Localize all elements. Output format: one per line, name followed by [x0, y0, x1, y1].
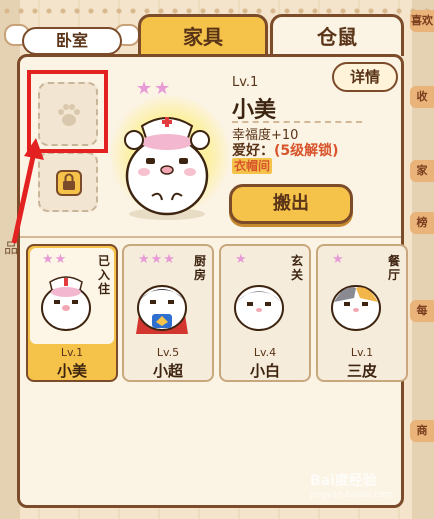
card-name: 小美	[56, 362, 87, 380]
tab-hamsters[interactable]: 仓鼠	[270, 14, 404, 56]
card-room: 已入住	[98, 254, 111, 296]
hamster-card-sanpi[interactable]: ★ 餐厅 Lv.1 三皮	[316, 244, 408, 382]
hamster-card-xiaobai[interactable]: ★ 玄关 Lv.4 小白	[219, 244, 311, 382]
card-room: 玄关	[291, 254, 304, 282]
hamster-name: 小美	[232, 98, 277, 123]
room-badge: 衣帽间	[232, 158, 273, 174]
side-tag-collect[interactable]: 收	[410, 86, 434, 108]
hamster-xiaobai-icon	[234, 285, 284, 331]
hamster-xiaomei-portrait	[124, 117, 210, 220]
card-stars: ★★★	[138, 252, 176, 267]
watermark-brand: Bai度经验	[310, 473, 377, 489]
card-level: Lv.5	[156, 346, 180, 359]
side-tag-rank[interactable]: 榜	[410, 212, 434, 234]
card-stars: ★	[235, 252, 248, 267]
watermark: Bai度经验 jingyan.baidu.com	[310, 470, 393, 500]
side-tag-shop[interactable]: 商	[410, 420, 434, 442]
card-name: 三皮	[346, 362, 377, 380]
highlight-arrow-icon	[11, 138, 44, 244]
card-name: 小白	[249, 362, 280, 380]
hamster-stars: ★★	[136, 78, 173, 99]
lock-icon	[56, 170, 82, 196]
watermark-url: jingyan.baidu.com	[310, 490, 394, 500]
side-tag-home[interactable]: 家	[410, 160, 434, 182]
side-tag-favorites[interactable]: 喜欢	[410, 10, 434, 32]
room-name-pill[interactable]: 卧室	[22, 27, 122, 55]
hamster-sanpi-icon	[331, 285, 381, 331]
tab-furniture[interactable]: 家具	[138, 14, 268, 56]
name-divider	[232, 121, 362, 123]
card-level: Lv.4	[253, 346, 277, 359]
section-divider	[20, 236, 401, 238]
card-stars: ★	[332, 252, 345, 267]
hamster-card-xiaochao[interactable]: ★★★ 厨房 Lv.5 小超	[122, 244, 214, 382]
details-button[interactable]: 详情	[332, 62, 398, 92]
card-room: 厨房	[194, 254, 207, 282]
hamster-level: Lv.1	[232, 75, 259, 90]
side-tag-daily[interactable]: 每	[410, 300, 434, 322]
hobby-value: (5级解锁)	[274, 143, 339, 159]
top-decoration	[0, 0, 434, 14]
move-out-button[interactable]: 搬出	[229, 184, 353, 224]
card-level: Lv.1	[60, 346, 84, 359]
card-room: 餐厅	[388, 254, 401, 282]
hobby-label: 爱好：	[232, 143, 274, 159]
locked-slot[interactable]	[38, 152, 98, 212]
hamster-card-xiaomei[interactable]: ★★ 已入住 Lv.1 小美	[26, 244, 118, 382]
card-level: Lv.1	[350, 346, 374, 359]
hobby-line: 爱好：(5级解锁)	[232, 140, 339, 160]
card-name: 小超	[152, 362, 183, 380]
card-stars: ★★	[42, 252, 68, 267]
hamster-xiaomei-icon	[41, 276, 91, 331]
hamster-xiaochao-icon	[136, 285, 188, 334]
